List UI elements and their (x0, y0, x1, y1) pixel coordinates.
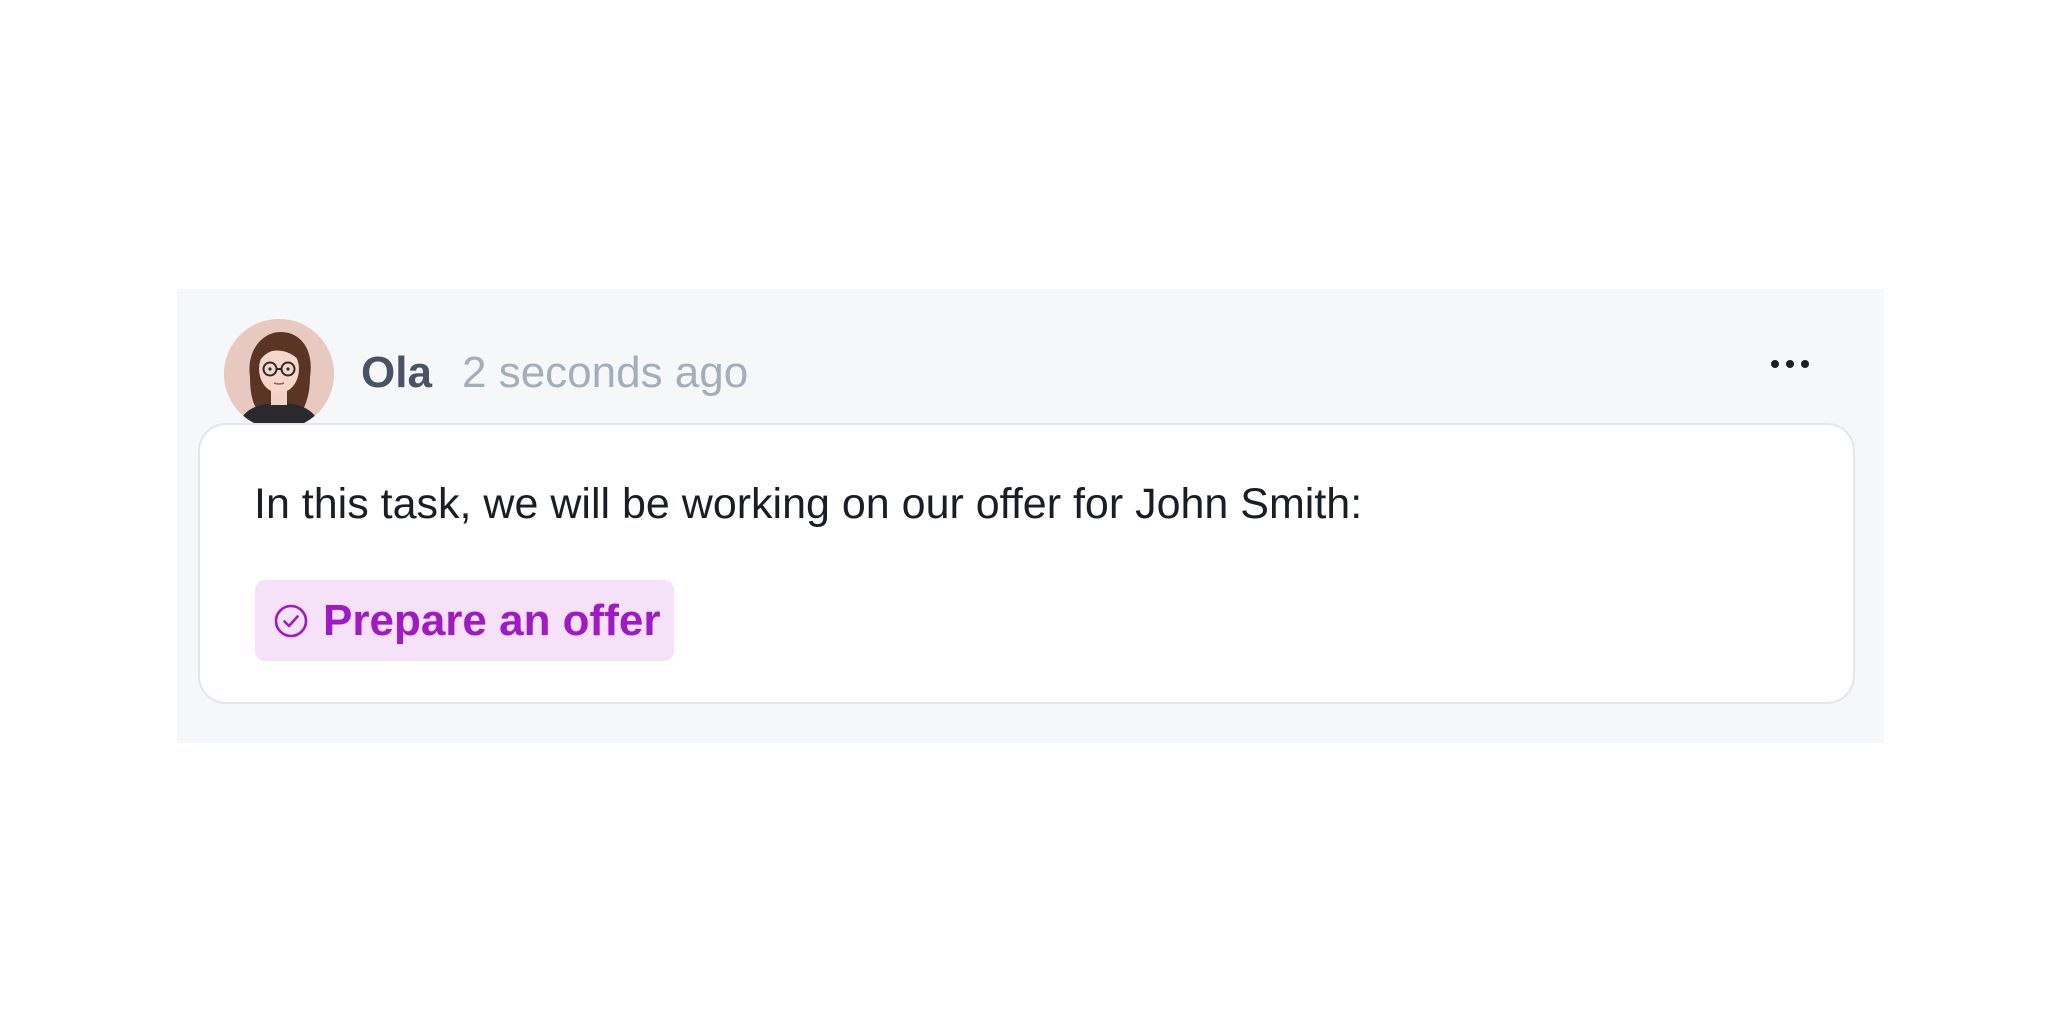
more-horizontal-icon-dot (1786, 360, 1794, 368)
comment-card: In this task, we will be working on our … (198, 423, 1855, 704)
task-link-label: Prepare an offer (323, 595, 661, 645)
author-name[interactable]: Ola (361, 351, 432, 395)
more-horizontal-icon-dot (1801, 360, 1809, 368)
comment-timestamp: 2 seconds ago (462, 348, 749, 397)
check-circle-icon (273, 603, 309, 639)
more-horizontal-icon (1771, 360, 1779, 368)
comment-body: In this task, we will be working on our … (254, 480, 1363, 528)
user-avatar-illustration (224, 319, 334, 429)
avatar[interactable] (224, 319, 334, 429)
more-options-button[interactable] (1757, 349, 1823, 379)
task-link-chip[interactable]: Prepare an offer (255, 580, 675, 661)
comment-block: Ola 2 seconds ago In this task, we will … (177, 289, 1884, 743)
